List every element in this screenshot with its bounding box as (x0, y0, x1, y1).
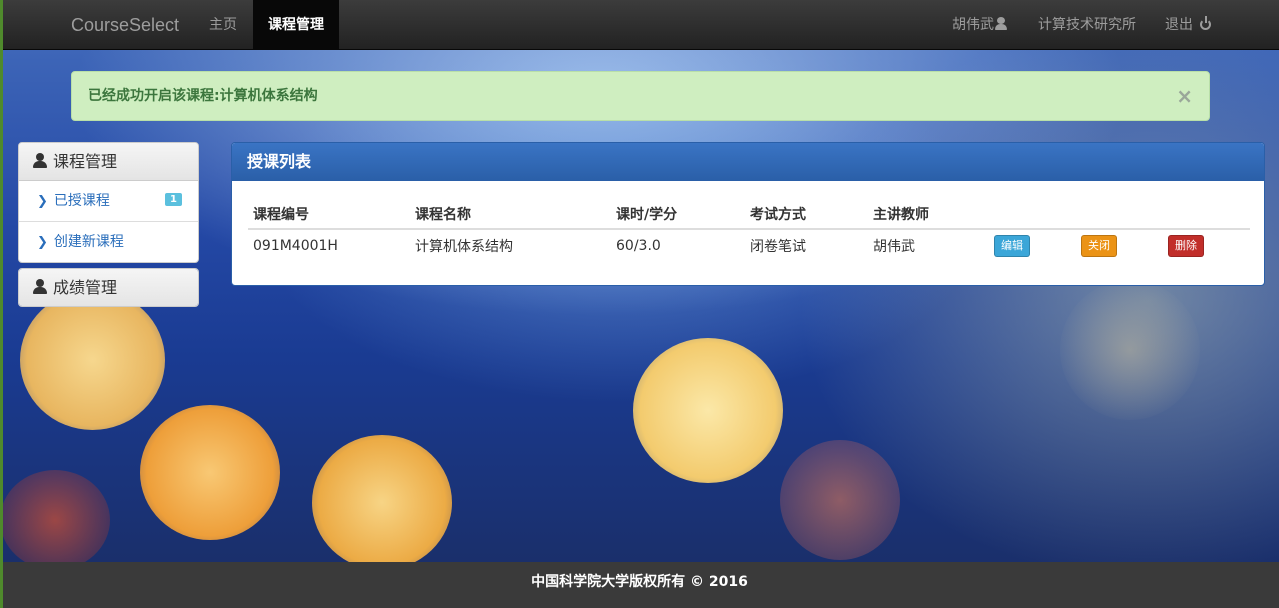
bokeh-light (1060, 280, 1200, 420)
sidebar-course-heading[interactable]: 课程管理 (19, 143, 198, 181)
edit-cell: 编辑 (989, 229, 1076, 261)
top-navbar: CourseSelect 主页 课程管理 胡伟武 计算技术研究所 退出 (0, 0, 1279, 50)
sidebar-item-label: 已授课程 (53, 193, 110, 209)
sidebar-item-create-course[interactable]: ❯ 创建新课程 (19, 222, 198, 262)
course-code: 091M4001H (253, 237, 338, 254)
close-cell: 关闭 (1076, 229, 1163, 261)
bokeh-light (140, 405, 280, 540)
user-icon (33, 153, 47, 168)
copyright-text: 中国科学院大学版权所有 © 2016 (531, 574, 748, 590)
count-badge: 1 (165, 193, 182, 206)
column-header-empty (989, 199, 1076, 230)
bokeh-light (633, 338, 783, 483)
footer: 中国科学院大学版权所有 © 2016 (0, 562, 1279, 608)
logout-link[interactable]: 退出 (1150, 0, 1226, 50)
chevron-right-icon: ❯ (37, 194, 48, 209)
column-header: 课程名称 (410, 199, 611, 230)
user-name: 胡伟武 (952, 17, 994, 33)
nav-home[interactable]: 主页 (194, 0, 252, 50)
bokeh-light (312, 435, 452, 562)
course-list-panel: 授课列表 课程编号 课程名称 课时/学分 考试方式 主讲教师 091M4001H… (231, 142, 1265, 286)
power-icon (1200, 16, 1212, 30)
column-header-empty (1076, 199, 1163, 230)
course-name: 计算机体系结构 (415, 238, 513, 255)
delete-cell: 删除 (1163, 229, 1250, 261)
course-table: 课程编号 课程名称 课时/学分 考试方式 主讲教师 091M4001H 计算机体… (248, 199, 1250, 261)
success-alert: 已经成功开启该课程:计算机体系结构 × (71, 71, 1210, 121)
sidebar-grade-title: 成绩管理 (53, 278, 118, 297)
course-hours-credits: 60/3.0 (616, 237, 661, 254)
column-header: 课时/学分 (611, 199, 745, 230)
sidebar-grade-heading[interactable]: 成绩管理 (19, 269, 198, 306)
column-header-empty (1163, 199, 1250, 230)
sidebar-item-taught-courses[interactable]: ❯ 已授课程 1 (19, 181, 198, 222)
panel-title: 授课列表 (232, 143, 1264, 181)
table-header-row: 课程编号 课程名称 课时/学分 考试方式 主讲教师 (248, 199, 1250, 230)
delete-button[interactable]: 删除 (1168, 234, 1204, 257)
close-icon[interactable]: × (1176, 72, 1193, 120)
bokeh-light (780, 440, 900, 560)
sidebar-course-panel: 课程管理 ❯ 已授课程 1 ❯ 创建新课程 (18, 142, 199, 263)
user-icon (995, 17, 1007, 30)
table-row: 091M4001H 计算机体系结构 60/3.0 闭卷笔试 胡伟武 编辑 关闭 … (248, 229, 1250, 261)
logout-label: 退出 (1165, 17, 1193, 33)
bokeh-light (20, 290, 165, 430)
chevron-right-icon: ❯ (37, 235, 48, 250)
sidebar-grade-panel: 成绩管理 (18, 268, 199, 307)
sidebar-course-title: 课程管理 (53, 152, 118, 171)
brand-logo[interactable]: CourseSelect (71, 0, 179, 50)
column-header: 主讲教师 (868, 199, 989, 230)
close-course-button[interactable]: 关闭 (1081, 234, 1117, 257)
window-edge (0, 0, 3, 608)
course-teacher: 胡伟武 (873, 238, 915, 255)
nav-course-management[interactable]: 课程管理 (253, 0, 339, 50)
nav-department[interactable]: 计算技术研究所 (1023, 0, 1151, 50)
user-icon (33, 279, 47, 294)
column-header: 考试方式 (745, 199, 868, 230)
sidebar-item-label: 创建新课程 (53, 234, 124, 250)
column-header: 课程编号 (248, 199, 410, 230)
edit-button[interactable]: 编辑 (994, 234, 1030, 257)
bokeh-light (0, 470, 110, 562)
nav-user[interactable]: 胡伟武 (937, 0, 1022, 50)
course-exam-type: 闭卷笔试 (750, 238, 806, 255)
alert-message: 已经成功开启该课程:计算机体系结构 (88, 88, 318, 104)
